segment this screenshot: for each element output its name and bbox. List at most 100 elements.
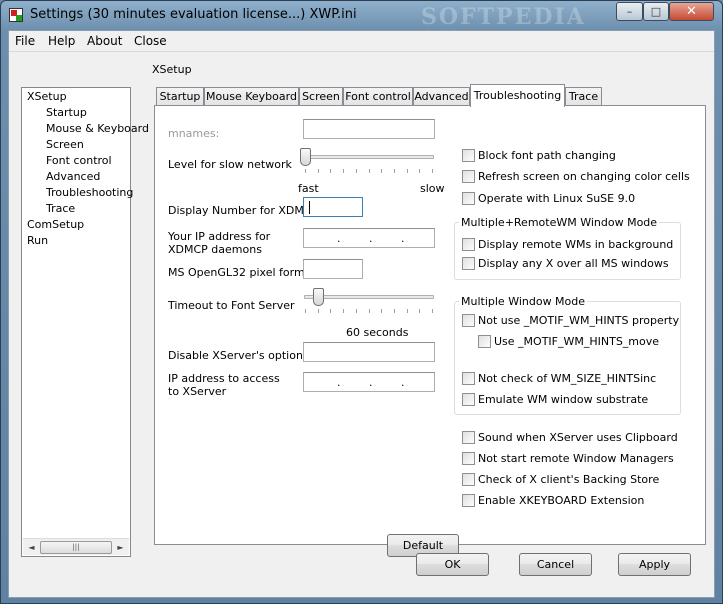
checkbox-label: Emulate WM window substrate: [478, 393, 649, 406]
checkbox-label: Display remote WMs in background: [478, 238, 674, 251]
checkbox-use-motif-hints-move[interactable]: Use _MOTIF_WM_HINTS_move: [478, 335, 659, 348]
checkbox-box[interactable]: [462, 393, 475, 406]
font-timeout-slider[interactable]: [313, 288, 324, 306]
remote-wm-legend: Multiple+RemoteWM Window Mode: [459, 216, 660, 229]
maximize-button[interactable]: □: [643, 2, 669, 21]
slow-network-fast-label: fast: [298, 182, 319, 195]
font-timeout-ticks: [305, 309, 433, 314]
settings-tree: XSetup Startup Mouse & Keyboard Screen F…: [21, 87, 149, 557]
checkbox-label: Sound when XServer uses Clipboard: [478, 431, 678, 444]
checkbox-box[interactable]: [462, 494, 475, 507]
checkbox-box[interactable]: [462, 257, 475, 270]
ip-dot: .: [337, 232, 341, 245]
access-ip-field[interactable]: . . .: [303, 372, 435, 392]
checkbox-backing-store[interactable]: Check of X client's Backing Store: [462, 473, 659, 486]
checkbox-box[interactable]: [478, 335, 491, 348]
slow-network-slider[interactable]: [300, 148, 311, 166]
minimize-button[interactable]: –: [616, 2, 643, 21]
group-label: XSetup: [152, 63, 192, 76]
xdmcp-display-label: Display Number for XDMCP: [168, 204, 319, 217]
tab-startup[interactable]: Startup: [156, 87, 204, 106]
slider-tick: [318, 169, 319, 173]
tab-screen[interactable]: Screen: [299, 87, 343, 106]
watermark: SOFTPEDIA: [421, 4, 586, 30]
scroll-left-icon[interactable]: ◄: [25, 541, 38, 554]
tree-item-trace[interactable]: Trace: [46, 202, 75, 215]
tree-item-font-control[interactable]: Font control: [46, 154, 112, 167]
tree-item-troubleshooting[interactable]: Troubleshooting: [46, 186, 133, 199]
menu-help[interactable]: Help: [48, 34, 75, 48]
slider-tick: [305, 309, 306, 313]
checkbox-box[interactable]: [462, 192, 475, 205]
tab-trace[interactable]: Trace: [565, 87, 602, 106]
tab-advanced[interactable]: Advanced: [413, 87, 470, 106]
checkbox-box[interactable]: [462, 238, 475, 251]
tree-item-run[interactable]: Run: [27, 234, 48, 247]
ip-dot: .: [369, 376, 373, 389]
tree-horizontal-scrollbar[interactable]: ◄ ||| ►: [23, 538, 129, 555]
ip-dot: .: [401, 376, 405, 389]
tab-mouse-keyboard[interactable]: Mouse Keyboard: [204, 87, 299, 106]
settings-window: Settings (30 minutes evaluation license.…: [0, 0, 723, 604]
checkbox-linux-suse[interactable]: Operate with Linux SuSE 9.0: [462, 192, 635, 205]
checkbox-not-use-motif-hints[interactable]: Not use _MOTIF_WM_HINTS property: [462, 314, 679, 327]
slider-tick: [419, 169, 420, 173]
cancel-button[interactable]: Cancel: [519, 553, 592, 576]
tree-item-xsetup[interactable]: XSetup: [27, 90, 67, 103]
checkbox-label: Enable XKEYBOARD Extension: [478, 494, 645, 507]
menu-about[interactable]: About: [87, 34, 122, 48]
tab-troubleshooting[interactable]: Troubleshooting: [470, 84, 565, 107]
tree-item-comsetup[interactable]: ComSetup: [27, 218, 84, 231]
checkbox-box[interactable]: [462, 314, 475, 327]
slider-tick: [394, 309, 395, 313]
checkbox-sound-clipboard[interactable]: Sound when XServer uses Clipboard: [462, 431, 678, 444]
tree-item-screen[interactable]: Screen: [46, 138, 84, 151]
tree-item-mouse-keyboard[interactable]: Mouse & Keyboard: [46, 122, 149, 135]
checkbox-box[interactable]: [462, 170, 475, 183]
ok-button[interactable]: OK: [416, 553, 489, 576]
xdmcp-ip-field[interactable]: . . .: [303, 228, 435, 248]
apply-button[interactable]: Apply: [618, 553, 691, 576]
checkbox-label: Block font path changing: [478, 149, 616, 162]
checkbox-box[interactable]: [462, 431, 475, 444]
checkbox-not-start-remote-wm[interactable]: Not start remote Window Managers: [462, 452, 674, 465]
mnames-field[interactable]: [303, 119, 435, 139]
checkbox-remote-wms-background[interactable]: Display remote WMs in background: [462, 238, 673, 251]
slider-tick: [369, 169, 370, 173]
checkbox-not-check-wm-size-hints[interactable]: Not check of WM_SIZE_HINTSinc: [462, 372, 656, 385]
scroll-right-icon[interactable]: ►: [114, 541, 127, 554]
remote-wm-group: Multiple+RemoteWM Window Mode Display re…: [454, 216, 681, 280]
menu-file[interactable]: File: [15, 34, 35, 48]
checkbox-box[interactable]: [462, 372, 475, 385]
checkbox-emulate-wm-substrate[interactable]: Emulate WM window substrate: [462, 393, 648, 406]
slider-tick: [356, 309, 357, 313]
checkbox-refresh-screen[interactable]: Refresh screen on changing color cells: [462, 170, 690, 183]
tree-item-startup[interactable]: Startup: [46, 106, 87, 119]
checkbox-xkeyboard[interactable]: Enable XKEYBOARD Extension: [462, 494, 644, 507]
checkbox-block-font-path[interactable]: Block font path changing: [462, 149, 616, 162]
xdmcp-display-field[interactable]: [303, 197, 363, 217]
opengl-field[interactable]: [303, 259, 363, 279]
slider-tick: [318, 309, 319, 313]
access-ip-label: IP address to access to XServer: [168, 372, 280, 398]
checkbox-any-x-over-ms[interactable]: Display any X over all MS windows: [462, 257, 669, 270]
scroll-thumb[interactable]: |||: [40, 541, 112, 554]
tab-font-control[interactable]: Font control: [343, 87, 413, 106]
title-bar[interactable]: Settings (30 minutes evaluation license.…: [1, 1, 722, 30]
slider-tick: [369, 309, 370, 313]
menu-close[interactable]: Close: [134, 34, 167, 48]
checkbox-box[interactable]: [462, 473, 475, 486]
slider-tick: [330, 169, 331, 173]
slider-tick: [407, 169, 408, 173]
disable-options-field[interactable]: [303, 342, 435, 362]
mnames-label: mnames:: [168, 127, 220, 140]
checkbox-box[interactable]: [462, 149, 475, 162]
slider-tick: [343, 309, 344, 313]
slider-tick: [419, 309, 420, 313]
checkbox-box[interactable]: [462, 452, 475, 465]
slider-tick: [407, 309, 408, 313]
tree-item-advanced[interactable]: Advanced: [46, 170, 100, 183]
close-button[interactable]: ✕: [669, 2, 714, 21]
slider-tick: [394, 169, 395, 173]
ip-dot: .: [369, 232, 373, 245]
